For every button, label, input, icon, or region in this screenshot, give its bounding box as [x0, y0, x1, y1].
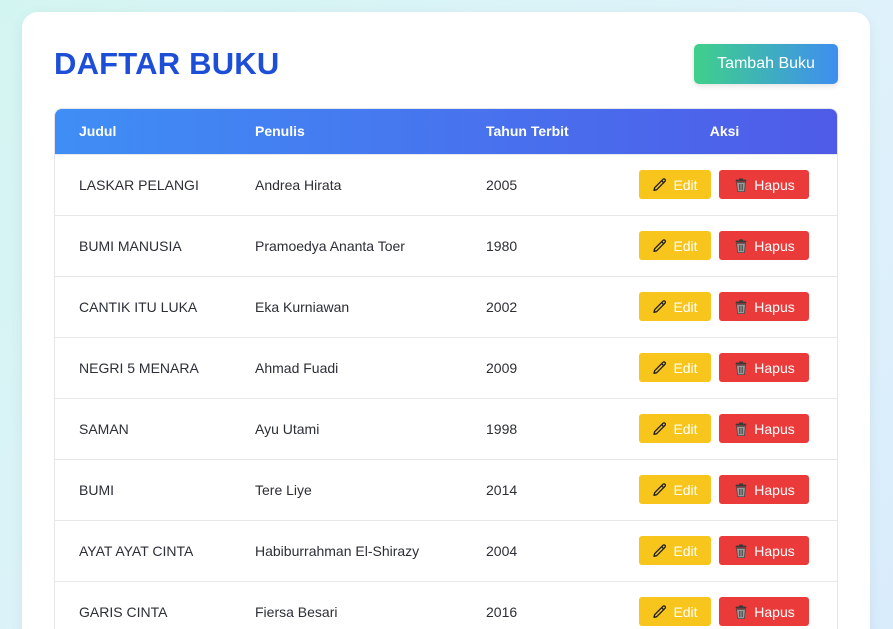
table-header-row: Judul Penulis Tahun Terbit Aksi — [55, 109, 837, 154]
edit-button-label: Edit — [673, 481, 698, 498]
delete-button[interactable]: Hapus — [719, 231, 809, 260]
pencil-icon — [652, 482, 668, 498]
trash-icon — [733, 360, 749, 376]
cell-tahun-terbit: 1980 — [462, 214, 612, 276]
table-body: LASKAR PELANGI Andrea Hirata 2005 Edit Hapus… — [55, 153, 837, 629]
delete-button[interactable]: Hapus — [719, 475, 809, 504]
cell-penulis: Ayu Utami — [231, 397, 462, 459]
cell-tahun-terbit: 2016 — [462, 580, 612, 629]
edit-button[interactable]: Edit — [639, 414, 711, 443]
column-header-aksi: Aksi — [709, 123, 740, 140]
cell-judul: BUMI MANUSIA — [55, 214, 231, 276]
pencil-icon — [652, 177, 668, 193]
trash-icon — [733, 421, 749, 437]
cell-tahun-terbit: 2009 — [462, 336, 612, 398]
table-row: GARIS CINTA Fiersa Besari 2016 Edit Hapus — [55, 580, 837, 629]
cell-aksi: Edit Hapus — [612, 275, 837, 337]
table-row: BUMI MANUSIA Pramoedya Ananta Toer 1980 Edi… — [55, 214, 837, 276]
pencil-icon — [652, 360, 668, 376]
edit-button[interactable]: Edit — [639, 231, 711, 260]
delete-button[interactable]: Hapus — [719, 597, 809, 627]
delete-button-label: Hapus — [754, 176, 795, 193]
delete-button[interactable]: Hapus — [719, 536, 809, 565]
page-title: DAFTAR BUKU — [54, 46, 280, 81]
delete-button[interactable]: Hapus — [719, 414, 809, 443]
table-row: NEGRI 5 MENARA Ahmad Fuadi 2009 Edit Hapus — [55, 336, 837, 398]
add-book-button[interactable]: Tambah Buku — [694, 44, 838, 84]
delete-button-label: Hapus — [754, 298, 795, 315]
pencil-icon — [652, 421, 668, 437]
edit-button[interactable]: Edit — [639, 536, 711, 565]
trash-icon — [733, 299, 749, 315]
trash-icon — [733, 482, 749, 498]
cell-aksi: Edit Hapus — [612, 458, 837, 520]
cell-tahun-terbit: 2004 — [462, 519, 612, 581]
cell-penulis: Fiersa Besari — [231, 580, 462, 629]
pencil-icon — [652, 299, 668, 315]
cell-judul: AYAT AYAT CINTA — [55, 519, 231, 581]
cell-aksi: Edit Hapus — [612, 397, 837, 459]
delete-button-label: Hapus — [754, 481, 795, 498]
edit-button-label: Edit — [673, 359, 698, 376]
cell-judul: NEGRI 5 MENARA — [55, 336, 231, 398]
cell-tahun-terbit: 2014 — [462, 458, 612, 520]
edit-button[interactable]: Edit — [639, 292, 711, 321]
edit-button-label: Edit — [673, 298, 698, 315]
table-row: SAMAN Ayu Utami 1998 Edit Hapus — [55, 397, 837, 459]
cell-aksi: Edit Hapus — [612, 336, 837, 398]
edit-button-label: Edit — [673, 420, 698, 437]
pencil-icon — [652, 604, 668, 620]
cell-aksi: Edit Hapus — [612, 519, 837, 581]
delete-button-label: Hapus — [754, 237, 795, 254]
cell-judul: LASKAR PELANGI — [55, 153, 231, 215]
edit-button-label: Edit — [673, 237, 698, 254]
cell-judul: CANTIK ITU LUKA — [55, 275, 231, 337]
cell-aksi: Edit Hapus — [612, 214, 837, 276]
edit-button[interactable]: Edit — [639, 353, 711, 382]
delete-button[interactable]: Hapus — [719, 353, 809, 382]
cell-tahun-terbit: 1998 — [462, 397, 612, 459]
cell-aksi: Edit Hapus — [612, 580, 837, 629]
cell-judul: SAMAN — [55, 397, 231, 459]
cell-penulis: Ahmad Fuadi — [231, 336, 462, 398]
delete-button-label: Hapus — [754, 603, 795, 620]
table-row: AYAT AYAT CINTA Habiburrahman El-Shirazy 2… — [55, 519, 837, 581]
cell-penulis: Eka Kurniawan — [231, 275, 462, 337]
cell-judul: BUMI — [55, 458, 231, 520]
edit-button-label: Edit — [673, 542, 698, 559]
delete-button[interactable]: Hapus — [719, 170, 809, 199]
edit-button-label: Edit — [673, 176, 698, 193]
table-row: BUMI Tere Liye 2014 Edit Hapus — [55, 458, 837, 520]
edit-button[interactable]: Edit — [639, 597, 711, 627]
table-row: CANTIK ITU LUKA Eka Kurniawan 2002 Edit Hapu… — [55, 275, 837, 337]
delete-button-label: Hapus — [754, 359, 795, 376]
cell-penulis: Andrea Hirata — [231, 153, 462, 215]
cell-judul: GARIS CINTA — [55, 580, 231, 629]
edit-button[interactable]: Edit — [639, 170, 711, 199]
cell-aksi: Edit Hapus — [612, 153, 837, 215]
book-list-card: DAFTAR BUKU Tambah Buku Judul Penulis Ta… — [22, 12, 870, 629]
trash-icon — [733, 604, 749, 620]
pencil-icon — [652, 543, 668, 559]
table-row: LASKAR PELANGI Andrea Hirata 2005 Edit Hapus — [55, 153, 837, 215]
trash-icon — [733, 238, 749, 254]
trash-icon — [733, 177, 749, 193]
pencil-icon — [652, 238, 668, 254]
delete-button-label: Hapus — [754, 542, 795, 559]
column-header-tahun-terbit: Tahun Terbit — [486, 123, 569, 140]
delete-button[interactable]: Hapus — [719, 292, 809, 321]
cell-penulis: Habiburrahman El-Shirazy — [231, 519, 462, 581]
book-table: Judul Penulis Tahun Terbit Aksi LASKAR P… — [54, 108, 838, 629]
column-header-judul: Judul — [79, 123, 117, 140]
cell-penulis: Pramoedya Ananta Toer — [231, 214, 462, 276]
trash-icon — [733, 543, 749, 559]
edit-button[interactable]: Edit — [639, 475, 711, 504]
edit-button-label: Edit — [673, 603, 698, 620]
cell-tahun-terbit: 2002 — [462, 275, 612, 337]
delete-button-label: Hapus — [754, 420, 795, 437]
cell-tahun-terbit: 2005 — [462, 153, 612, 215]
cell-penulis: Tere Liye — [231, 458, 462, 520]
column-header-penulis: Penulis — [255, 123, 305, 140]
